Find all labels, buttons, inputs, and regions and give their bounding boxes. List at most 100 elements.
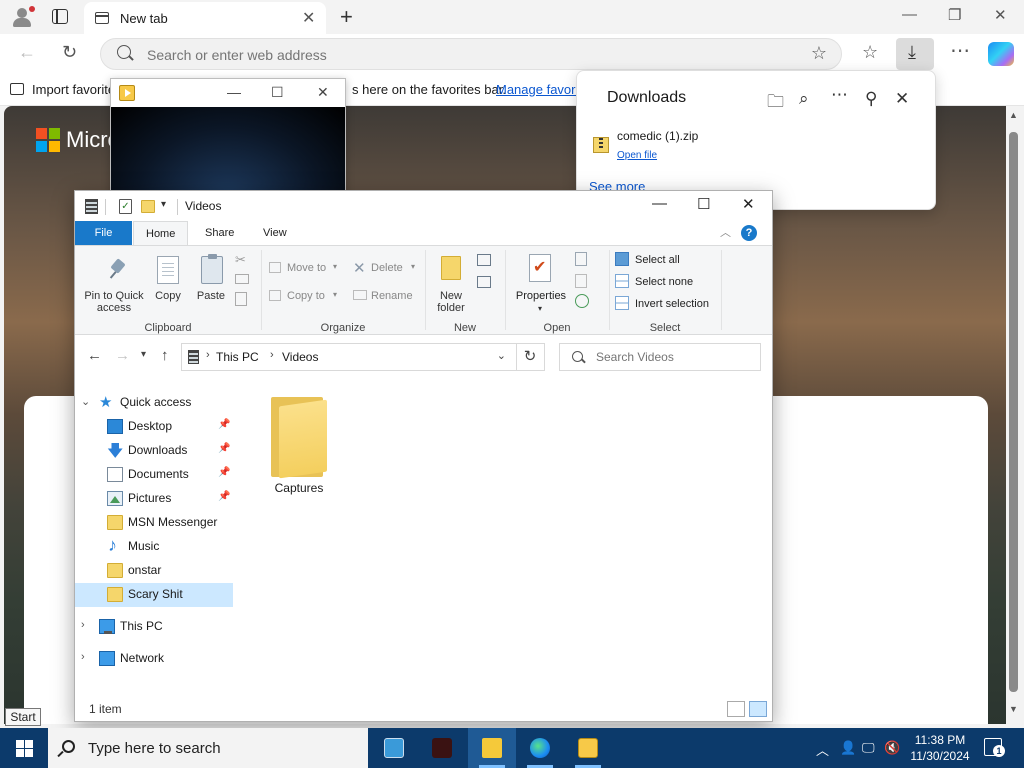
nav-quick-access[interactable]: ⌄ Quick access <box>75 391 233 415</box>
refresh-icon[interactable]: ↻ <box>62 42 77 63</box>
explorer-address-bar[interactable]: › This PC › Videos ⌄ <box>181 343 517 371</box>
taskbar-app-red[interactable] <box>418 728 466 768</box>
copy-to-button[interactable]: Copy to ▾ <box>269 288 341 306</box>
back-icon[interactable]: ← <box>87 347 102 364</box>
manage-favorites-link[interactable]: Manage favori <box>496 82 578 97</box>
refresh-button[interactable]: ↻ <box>516 343 545 371</box>
recent-locations-icon[interactable]: ▾ <box>141 349 146 360</box>
explorer-maximize-icon[interactable]: ☐ <box>697 195 710 213</box>
nav-item-desktop[interactable]: Desktop 📌 <box>75 415 233 439</box>
show-hidden-icons-icon[interactable]: ︿ <box>816 740 829 759</box>
back-arrow-icon[interactable]: ← <box>18 42 36 63</box>
select-none-button[interactable]: Select none <box>615 274 725 292</box>
breadcrumb-this-pc[interactable]: This PC <box>216 350 259 364</box>
user-tray-icon[interactable]: 👤 <box>840 740 856 756</box>
tab-file[interactable]: File <box>75 221 132 245</box>
downloads-more-icon[interactable]: ⋯ <box>831 85 848 105</box>
copilot-icon[interactable] <box>988 42 1014 66</box>
import-favorites-link[interactable]: Import favorite <box>10 82 115 97</box>
nav-item-music[interactable]: Music <box>75 535 233 559</box>
tab-actions-icon[interactable] <box>52 9 68 24</box>
browser-close-icon[interactable]: ✕ <box>994 6 1007 24</box>
downloads-button[interactable]: ⤓ <box>896 38 934 70</box>
explorer-search-box[interactable] <box>559 343 761 371</box>
rename-button[interactable]: Rename <box>353 288 419 306</box>
close-panel-icon[interactable]: ✕ <box>895 89 909 109</box>
details-view-icon[interactable] <box>727 701 745 717</box>
nav-item-scary-shit[interactable]: Scary Shit <box>75 583 233 607</box>
paste-shortcut-icon[interactable] <box>235 292 247 306</box>
folder-item-captures[interactable]: Captures <box>255 387 345 497</box>
notification-center-icon[interactable]: 1 <box>984 738 1005 757</box>
favorite-star-icon[interactable]: ☆ <box>811 43 827 64</box>
explorer-search-input[interactable] <box>596 349 756 365</box>
expand-arrow-icon[interactable]: › <box>81 619 85 631</box>
new-item-icon[interactable] <box>477 254 491 266</box>
address-bar[interactable]: ☆ <box>100 38 842 70</box>
nav-this-pc[interactable]: › This PC <box>75 615 233 639</box>
delete-button[interactable]: ✕ Delete ▾ <box>353 260 419 278</box>
explorer-close-icon[interactable]: ✕ <box>742 195 755 213</box>
new-folder-button[interactable]: New folder <box>429 250 473 316</box>
favorites-icon[interactable]: ☆ <box>862 42 878 63</box>
explorer-titlebar[interactable]: ✓ ▾ Videos — ☐ ✕ <box>75 191 772 221</box>
tab-new-tab[interactable]: New tab ✕ <box>84 2 326 34</box>
copy-button[interactable]: Copy <box>151 250 185 306</box>
media-close-icon[interactable]: ✕ <box>317 84 329 101</box>
edit-icon[interactable] <box>575 274 587 288</box>
nav-item-msn-messenger[interactable]: MSN Messenger <box>75 511 233 535</box>
browser-restore-icon[interactable]: ❐ <box>948 6 961 24</box>
system-clock[interactable]: 11:38 PM 11/30/2024 <box>910 732 970 764</box>
paste-button[interactable]: Paste <box>191 250 231 306</box>
properties-button[interactable]: Properties ▾ <box>511 250 571 316</box>
explorer-minimize-icon[interactable]: — <box>652 195 667 212</box>
volume-muted-icon[interactable]: 🔇 <box>884 740 900 756</box>
expand-arrow-icon[interactable]: › <box>81 651 85 663</box>
start-button[interactable] <box>0 728 48 768</box>
scroll-up-icon[interactable]: ▲ <box>1009 110 1018 120</box>
tab-share[interactable]: Share <box>193 221 246 245</box>
taskbar-search-box[interactable]: Type here to search <box>48 728 368 768</box>
nav-item-pictures[interactable]: Pictures 📌 <box>75 487 233 511</box>
search-downloads-icon[interactable]: ⌕ <box>799 89 809 109</box>
open-folder-icon[interactable]: 🗀 <box>767 89 784 118</box>
new-tab-button[interactable]: + <box>340 4 353 30</box>
nav-network[interactable]: › Network <box>75 647 233 671</box>
up-icon[interactable]: ↑ <box>161 347 169 364</box>
taskbar-app-control-panel[interactable] <box>370 728 418 768</box>
forward-icon[interactable]: → <box>115 347 130 364</box>
network-tray-icon[interactable]: 🖵 <box>862 740 875 756</box>
media-maximize-icon[interactable]: ☐ <box>271 84 284 101</box>
quick-access-toolbar-dropdown-icon[interactable]: ▾ <box>161 199 166 210</box>
tab-home[interactable]: Home <box>133 221 189 245</box>
open-file-link[interactable]: Open file <box>617 150 657 161</box>
video-display[interactable] <box>111 107 345 199</box>
scroll-down-icon[interactable]: ▼ <box>1009 704 1018 714</box>
page-scrollbar[interactable]: ▲ ▼ <box>1006 106 1024 724</box>
large-icons-view-icon[interactable] <box>749 701 767 717</box>
nav-item-onstar[interactable]: onstar <box>75 559 233 583</box>
address-input[interactable] <box>147 45 787 65</box>
address-history-icon[interactable]: ⌄ <box>497 349 506 362</box>
breadcrumb-videos[interactable]: Videos <box>282 350 318 364</box>
copy-path-icon[interactable] <box>235 274 249 284</box>
taskbar-app-file-explorer[interactable] <box>468 728 516 768</box>
expand-arrow-icon[interactable]: ⌄ <box>81 395 90 408</box>
media-titlebar[interactable]: — ☐ ✕ <box>111 79 345 107</box>
taskbar-app-media-player[interactable] <box>564 728 612 768</box>
easy-access-icon[interactable] <box>477 276 491 288</box>
tab-view[interactable]: View <box>251 221 299 245</box>
profile-avatar-icon[interactable] <box>10 6 35 28</box>
media-minimize-icon[interactable]: — <box>227 84 241 100</box>
properties-quick-icon[interactable]: ✓ <box>119 199 132 214</box>
nav-item-documents[interactable]: Documents 📌 <box>75 463 233 487</box>
collapse-ribbon-icon[interactable]: ︿ <box>720 224 731 240</box>
nav-item-downloads[interactable]: Downloads 📌 <box>75 439 233 467</box>
open-icon[interactable] <box>575 252 587 266</box>
tab-close-icon[interactable]: ✕ <box>302 8 315 28</box>
invert-selection-button[interactable]: Invert selection <box>615 296 735 314</box>
pin-to-quick-access-button[interactable]: Pin to Quick access <box>79 250 149 316</box>
taskbar-app-edge[interactable] <box>516 728 564 768</box>
pin-panel-icon[interactable]: ⚲ <box>865 89 877 109</box>
scrollbar-thumb[interactable] <box>1009 132 1018 692</box>
